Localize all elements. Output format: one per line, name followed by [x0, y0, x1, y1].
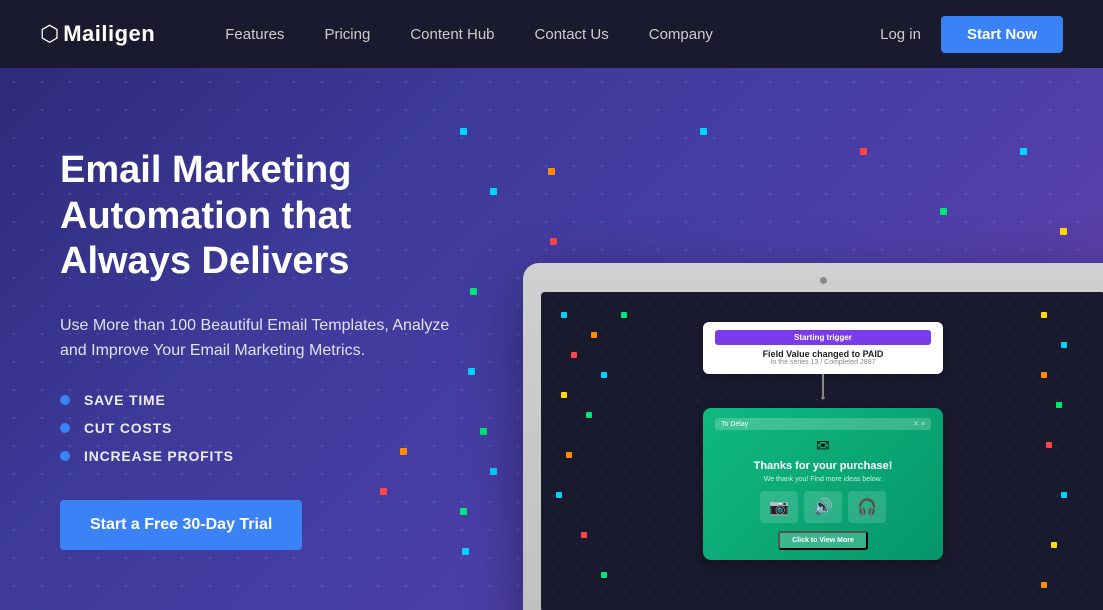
hero-bullets: SAVE TIME CUT COSTS INCREASE PROFITS [60, 392, 480, 464]
screen-dot [1061, 342, 1067, 348]
product-headphones: 🎧 [848, 491, 886, 523]
screen-dot [561, 392, 567, 398]
flow-email-sub: We thank you! Find more ideas below. [715, 476, 931, 483]
flow-trigger-sub: In the series 13 / Completed 2897 [715, 359, 931, 366]
screen-dot [601, 572, 607, 578]
laptop-camera [820, 277, 827, 284]
bullet-dot-icon [60, 395, 70, 405]
screen-dot [581, 532, 587, 538]
product-speaker: 🔊 [804, 491, 842, 523]
laptop-mockup: Starting trigger Field Value changed to … [523, 263, 1103, 610]
bullet-dot-icon [60, 451, 70, 461]
flow-trigger-header: Starting trigger [715, 330, 931, 345]
screen-dot [591, 332, 597, 338]
email-icon: ✉ [715, 436, 931, 456]
nav-company[interactable]: Company [629, 0, 733, 68]
flow-trigger-title: Field Value changed to PAID [715, 349, 931, 359]
bullet-cut-costs: CUT COSTS [60, 420, 480, 436]
screen-dot [556, 492, 562, 498]
screen-dot [561, 312, 567, 318]
flow-email-title: Thanks for your purchase! [715, 460, 931, 472]
screen-dot [601, 372, 607, 378]
screen-dot [1051, 542, 1057, 548]
screen-dot [566, 452, 572, 458]
nav-contact-us[interactable]: Contact Us [515, 0, 629, 68]
hero-subtitle: Use More than 100 Beautiful Email Templa… [60, 313, 480, 364]
trial-button[interactable]: Start a Free 30-Day Trial [60, 500, 302, 550]
screen-dot [1061, 492, 1067, 498]
logo-text: Mailigen [63, 21, 155, 47]
flow-products: 📷 🔊 🎧 [715, 491, 931, 523]
laptop-screen: Starting trigger Field Value changed to … [541, 292, 1103, 610]
nav-links: Features Pricing Content Hub Contact Us … [205, 0, 880, 68]
camera-row [541, 277, 1103, 284]
screen-dot [586, 412, 592, 418]
nav-features[interactable]: Features [205, 0, 304, 68]
nav-content-hub[interactable]: Content Hub [390, 0, 514, 68]
flow-diagram: Starting trigger Field Value changed to … [703, 322, 943, 560]
nav-actions: Log in Start Now [880, 16, 1063, 53]
screen-dot [1041, 582, 1047, 588]
screen-dot [1041, 312, 1047, 318]
navbar: ⬡ Mailigen Features Pricing Content Hub … [0, 0, 1103, 68]
flow-card-email: To Delay ✕ ≡ ✉ Thanks for your purchase!… [703, 408, 943, 560]
flow-connector [822, 374, 824, 396]
start-now-button[interactable]: Start Now [941, 16, 1063, 53]
laptop-outer: Starting trigger Field Value changed to … [523, 263, 1103, 610]
hero-section: Email Marketing Automation that Always D… [0, 68, 1103, 610]
bullet-increase-profits: INCREASE PROFITS [60, 448, 480, 464]
bullet-dot-icon [60, 423, 70, 433]
screen-dot [1056, 402, 1062, 408]
screen-dot [1041, 372, 1047, 378]
product-camera: 📷 [760, 491, 798, 523]
logo[interactable]: ⬡ Mailigen [40, 21, 155, 47]
screen-dot [571, 352, 577, 358]
login-link[interactable]: Log in [880, 26, 921, 43]
flow-delay-header: To Delay ✕ ≡ [715, 418, 931, 430]
screen-dot [621, 312, 627, 318]
screen-dot [1046, 442, 1052, 448]
flow-cta-button[interactable]: Click to View More [778, 531, 868, 550]
flow-card-trigger: Starting trigger Field Value changed to … [703, 322, 943, 374]
bullet-save-time: SAVE TIME [60, 392, 480, 408]
hero-title: Email Marketing Automation that Always D… [60, 148, 480, 285]
nav-pricing[interactable]: Pricing [304, 0, 390, 68]
logo-icon: ⬡ [40, 21, 59, 47]
hero-content: Email Marketing Automation that Always D… [60, 128, 480, 550]
